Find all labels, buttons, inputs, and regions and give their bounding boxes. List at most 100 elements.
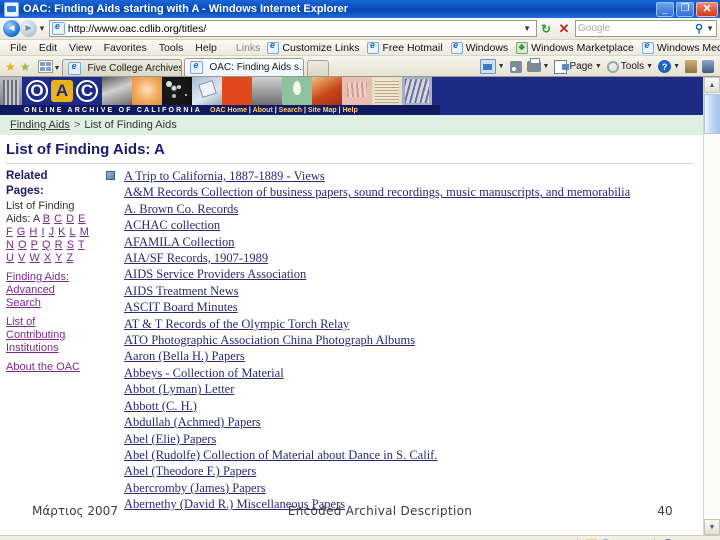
minimize-button[interactable]: _ (656, 1, 674, 17)
menu-file[interactable]: File (4, 42, 33, 54)
finding-aid-link[interactable]: Abbot (Lyman) Letter (124, 382, 234, 396)
list-item[interactable]: A&M Records Collection of business paper… (104, 184, 704, 200)
letter-L[interactable]: L (70, 226, 77, 238)
finding-aid-link[interactable]: AT & T Records of the Olympic Torch Rela… (124, 317, 349, 331)
sidebar-item-advanced-search[interactable]: Finding Aids: Advanced Search (6, 271, 91, 310)
search-dropdown-icon[interactable]: ▼ (703, 24, 714, 33)
letter-D[interactable]: D (66, 213, 75, 225)
finding-aid-link[interactable]: ATO Photographic Association China Photo… (124, 333, 415, 347)
finding-aid-link[interactable]: Abel (Rudolfe) Collection of Material ab… (124, 448, 437, 462)
nav-site-map[interactable]: Site Map (308, 107, 337, 114)
finding-aid-link[interactable]: Abdullah (Achmed) Papers (124, 415, 261, 429)
finding-aid-link[interactable]: Abel (Theodore F.) Papers (124, 464, 256, 478)
letter-Q[interactable]: Q (42, 239, 52, 251)
forward-button[interactable]: ► (20, 20, 37, 37)
list-item[interactable]: Abernethy (David R.) Miscellaneous Paper… (104, 496, 704, 512)
list-item[interactable]: ASCIT Board Minutes (104, 299, 704, 315)
list-item[interactable]: AIDS Service Providers Association (104, 266, 704, 282)
close-button[interactable]: ✕ (696, 1, 718, 17)
address-bar[interactable]: http://www.oac.cdlib.org/titles/ ▼ (48, 20, 537, 37)
sidebar-item-about-the-oac[interactable]: About the OAC (6, 361, 91, 374)
letter-Z[interactable]: Z (66, 252, 74, 264)
list-item[interactable]: Abel (Rudolfe) Collection of Material ab… (104, 447, 704, 463)
letter-G[interactable]: G (17, 226, 27, 238)
refresh-button[interactable]: ↻ (537, 20, 555, 38)
page-scrollbar[interactable]: ▲ ▼ (703, 77, 720, 535)
link-free-hotmail[interactable]: Free Hotmail (363, 40, 446, 54)
breadcrumb-finding-aids[interactable]: Finding Aids (10, 119, 70, 131)
quick-tabs-caret-icon[interactable]: ▼ (54, 65, 61, 76)
letter-R[interactable]: R (55, 239, 64, 251)
letter-T[interactable]: T (78, 239, 86, 251)
finding-aid-link[interactable]: AIDS Treatment News (124, 284, 239, 298)
search-input[interactable]: Google (578, 23, 695, 34)
letter-H[interactable]: H (29, 226, 38, 238)
letter-C[interactable]: C (54, 213, 63, 225)
search-icon[interactable]: ⚲ (695, 22, 703, 35)
finding-aid-link[interactable]: AIA/SF Records, 1907-1989 (124, 251, 268, 265)
link-customize-links[interactable]: Customize Links (263, 40, 363, 54)
address-dropdown-icon[interactable]: ▼ (520, 24, 534, 33)
nav-oac-home[interactable]: OAC Home (210, 107, 247, 114)
chevron-down-icon[interactable]: ▼ (543, 63, 550, 70)
link-windows-media[interactable]: Windows Media (638, 40, 720, 54)
new-tab-button[interactable] (307, 60, 330, 76)
finding-aid-link[interactable]: Aaron (Bella H.) Papers (124, 349, 245, 363)
list-item[interactable]: Abbot (Lyman) Letter (104, 381, 704, 397)
print-button[interactable]: ▼ (525, 58, 552, 74)
menu-help[interactable]: Help (189, 42, 223, 54)
tab-five-college-archives[interactable]: Five College Archives a... (62, 59, 183, 76)
list-item[interactable]: AT & T Records of the Olympic Torch Rela… (104, 316, 704, 332)
list-item[interactable]: Abdullah (Achmed) Papers (104, 414, 704, 430)
list-item[interactable]: Abel (Theodore F.) Papers (104, 463, 704, 479)
messenger-button[interactable] (700, 60, 716, 75)
tools-menu-button[interactable]: Tools ▼ (605, 60, 655, 75)
nav-about[interactable]: About (253, 107, 273, 114)
menu-favorites[interactable]: Favorites (98, 42, 153, 54)
list-item[interactable]: AIA/SF Records, 1907-1989 (104, 250, 704, 266)
finding-aid-link[interactable]: AFAMILA Collection (124, 235, 235, 249)
list-item[interactable]: AIDS Treatment News (104, 283, 704, 299)
stop-button[interactable]: ✕ (555, 20, 573, 38)
letter-B[interactable]: B (43, 213, 51, 225)
nav-search[interactable]: Search (279, 107, 302, 114)
letter-S[interactable]: S (67, 239, 75, 251)
chevron-down-icon[interactable]: ▼ (646, 63, 653, 70)
finding-aid-link[interactable]: A. Brown Co. Records (124, 202, 238, 216)
list-item[interactable]: ATO Photographic Association China Photo… (104, 332, 704, 348)
finding-aid-link[interactable]: ACHAC collection (124, 218, 220, 232)
list-item[interactable]: Abel (Elie) Papers (104, 431, 704, 447)
finding-aid-link[interactable]: AIDS Service Providers Association (124, 267, 306, 281)
link-windows[interactable]: Windows (447, 40, 513, 54)
scrollbar-track[interactable] (704, 134, 720, 519)
letter-I[interactable]: I (41, 226, 45, 238)
list-item[interactable]: Abbott (C. H.) (104, 398, 704, 414)
finding-aid-link[interactable]: Abbeys - Collection of Material (124, 366, 284, 380)
finding-aid-link[interactable]: Abel (Elie) Papers (124, 432, 216, 446)
menu-tools[interactable]: Tools (153, 42, 190, 54)
letter-N[interactable]: N (6, 239, 15, 251)
finding-aid-link[interactable]: A Trip to California, 1887-1889 - Views (124, 169, 325, 183)
finding-aid-link[interactable]: Abercromby (James) Papers (124, 481, 266, 495)
scroll-down-button[interactable]: ▼ (704, 519, 720, 535)
list-item[interactable]: A Trip to California, 1887-1889 - Views (104, 168, 704, 184)
list-item[interactable]: AFAMILA Collection (104, 234, 704, 250)
help-menu-button[interactable]: ? ▼ (656, 60, 682, 75)
scroll-up-button[interactable]: ▲ (704, 77, 720, 93)
add-favorite-icon[interactable]: ★ (3, 61, 18, 76)
letter-M[interactable]: M (80, 226, 90, 238)
address-input[interactable]: http://www.oac.cdlib.org/titles/ (68, 23, 520, 35)
history-dropdown-icon[interactable]: ▼ (38, 24, 46, 33)
list-item[interactable]: Abercromby (James) Papers (104, 480, 704, 496)
letter-Y[interactable]: Y (55, 252, 63, 264)
letter-V[interactable]: V (18, 252, 26, 264)
letter-K[interactable]: K (58, 226, 66, 238)
finding-aid-link[interactable]: ASCIT Board Minutes (124, 300, 238, 314)
search-box[interactable]: Google ⚲ ▼ (575, 20, 717, 37)
finding-aid-link[interactable]: A&M Records Collection of business paper… (124, 185, 630, 199)
link-windows-marketplace[interactable]: Windows Marketplace (512, 41, 638, 54)
letter-W[interactable]: W (29, 252, 40, 264)
letter-J[interactable]: J (49, 226, 56, 238)
feeds-button[interactable] (508, 60, 524, 75)
letter-E[interactable]: E (78, 213, 86, 225)
